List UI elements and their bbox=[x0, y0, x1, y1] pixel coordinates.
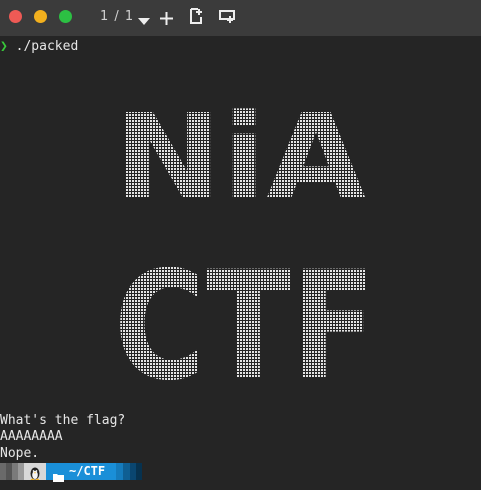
minimize-button[interactable] bbox=[34, 10, 47, 23]
new-window-icon[interactable] bbox=[219, 9, 235, 28]
path-segment[interactable]: ~/CTF bbox=[46, 463, 116, 482]
maximize-button[interactable] bbox=[59, 10, 72, 23]
prompt-statusbar: ~/CTF bbox=[0, 463, 481, 482]
split-pane-icon[interactable] bbox=[190, 8, 204, 28]
tab-counter: 1 / 1 bbox=[100, 9, 135, 24]
current-path: ~/CTF bbox=[69, 464, 106, 478]
output-line: Nope. bbox=[0, 446, 40, 461]
ascii-art-nia: NiA bbox=[114, 88, 366, 226]
ascii-art-banner: NiA CTF bbox=[114, 88, 376, 396]
ascii-art-ctf-text: CTF bbox=[114, 240, 376, 396]
new-tab-icon[interactable] bbox=[160, 10, 173, 29]
output-line: What's the flag? bbox=[0, 413, 126, 428]
linux-penguin-icon bbox=[29, 465, 41, 484]
terminal-body[interactable]: ❯ ./packed NiA CTF What's the flag? AAAA… bbox=[0, 36, 481, 490]
terminal-window: 1 / 1 ❯ ./packed NiA CTF What's the flag… bbox=[0, 0, 481, 490]
output-line: AAAAAAAA bbox=[0, 429, 63, 444]
ascii-art-ctf: CTF bbox=[114, 240, 376, 396]
os-segment bbox=[24, 463, 46, 481]
close-button[interactable] bbox=[9, 10, 22, 23]
title-bar: 1 / 1 bbox=[0, 0, 481, 36]
ascii-art-nia-text: NiA bbox=[114, 88, 366, 226]
tab-list-dropdown-icon[interactable] bbox=[138, 12, 150, 31]
folder-icon bbox=[53, 467, 64, 486]
